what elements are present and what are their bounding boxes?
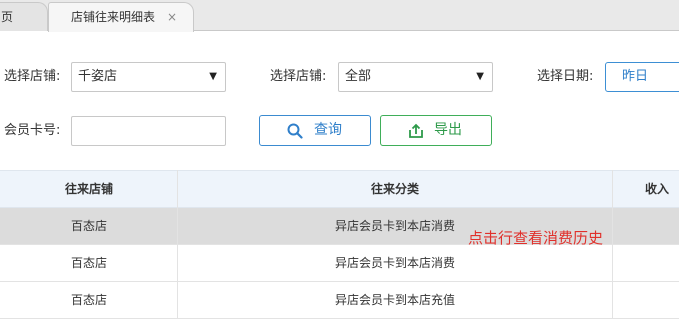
search-icon: [287, 123, 303, 139]
cell-category: 异店会员卡到本店消费: [334, 256, 455, 270]
click-row-hint: 点击行查看消费历史: [468, 229, 604, 247]
tab-bar: 页 店铺往来明细表 ×: [0, 0, 679, 32]
query-button[interactable]: 查询: [259, 115, 371, 146]
store2-select-value: 全部: [345, 69, 372, 84]
export-button[interactable]: 导出: [380, 115, 492, 146]
store2-label: 选择店铺:: [270, 69, 327, 84]
store-select-value: 千姿店: [78, 69, 118, 84]
column-divider: [612, 170, 613, 319]
dropdown-arrow-icon: ▼: [476, 71, 484, 82]
store-label: 选择店铺:: [4, 69, 61, 84]
export-button-label: 导出: [434, 122, 462, 138]
query-button-label: 查询: [314, 122, 342, 138]
table-header: 往来店铺 往来分类 收入: [0, 170, 679, 208]
column-header-income[interactable]: 收入: [612, 171, 679, 207]
close-icon[interactable]: ×: [167, 3, 177, 31]
column-divider: [177, 170, 178, 319]
card-label: 会员卡号:: [4, 123, 61, 138]
tab-home-label: 页: [1, 10, 14, 24]
store2-select[interactable]: 全部 ▼: [338, 62, 493, 92]
tab-store-transactions-label: 店铺往来明细表: [71, 10, 156, 24]
store-select[interactable]: 千姿店 ▼: [71, 62, 226, 92]
cell-category: 异店会员卡到本店充值: [334, 293, 455, 307]
cell-store: 百态店: [70, 256, 107, 270]
dropdown-arrow-icon: ▼: [209, 71, 217, 82]
cell-store: 百态店: [70, 219, 107, 233]
date-select-value: 昨日: [622, 69, 649, 84]
tab-store-transactions[interactable]: 店铺往来明细表 ×: [48, 2, 194, 32]
export-icon: [409, 123, 423, 138]
cell-store: 百态店: [70, 293, 107, 307]
date-label: 选择日期:: [537, 69, 594, 84]
column-header-store[interactable]: 往来店铺: [0, 171, 178, 207]
tab-home[interactable]: 页: [0, 2, 48, 31]
table-row[interactable]: 百态店 异店会员卡到本店消费: [0, 245, 679, 282]
date-select-button[interactable]: 昨日: [605, 62, 679, 92]
card-number-input[interactable]: [71, 116, 226, 146]
column-header-category[interactable]: 往来分类: [178, 171, 612, 207]
table-row[interactable]: 百态店 异店会员卡到本店充值: [0, 282, 679, 319]
